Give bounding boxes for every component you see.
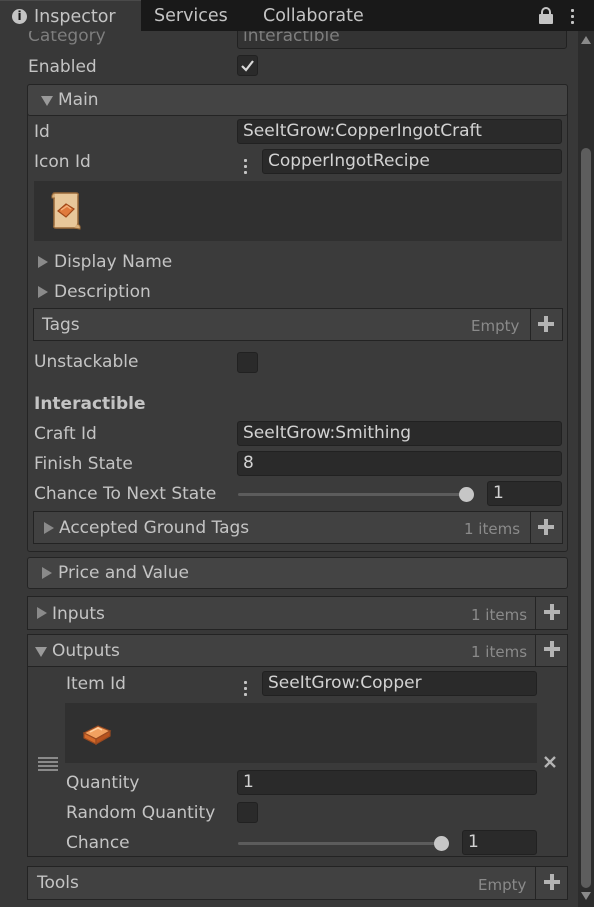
copper-ingot-icon	[82, 725, 112, 745]
id-label: Id	[34, 122, 50, 142]
display-name-foldout[interactable]: Display Name	[54, 252, 172, 272]
chevron-right-icon	[37, 607, 47, 619]
tab-collaborate[interactable]: Collaborate	[263, 0, 364, 31]
checkmark-icon	[241, 60, 254, 72]
category-label: Category	[28, 31, 106, 46]
unstackable-checkbox[interactable]	[237, 352, 258, 373]
tools-count: Empty	[478, 876, 527, 894]
accepted-ground-tags-count: 1 items	[464, 520, 521, 538]
chevron-down-icon	[41, 96, 53, 106]
divider	[535, 597, 536, 629]
inputs-count: 1 items	[471, 606, 528, 624]
craft-id-label: Craft Id	[34, 424, 97, 444]
divider	[530, 309, 531, 340]
lock-icon[interactable]	[539, 7, 553, 24]
chevron-down-icon	[35, 647, 47, 657]
chance-to-next-state-slider-handle[interactable]	[459, 487, 474, 502]
divider	[535, 867, 536, 899]
chance-slider[interactable]	[238, 842, 449, 845]
random-quantity-label: Random Quantity	[66, 803, 216, 823]
chance-field[interactable]: 1	[462, 830, 537, 855]
chevron-right-icon	[38, 286, 48, 298]
add-tool-icon[interactable]	[541, 871, 563, 893]
scroll-up-icon[interactable]	[581, 36, 591, 44]
add-tag-icon[interactable]	[535, 313, 557, 335]
id-field[interactable]: SeeItGrow:CopperIngotCraft	[237, 119, 562, 144]
icon-preview	[34, 181, 562, 241]
info-icon: i	[12, 9, 27, 24]
inputs-title: Inputs	[52, 604, 105, 624]
item-id-label: Item Id	[66, 674, 126, 694]
tools-list-header[interactable]: Tools Empty	[27, 866, 568, 900]
category-field[interactable]: interactible	[237, 31, 567, 49]
chevron-right-icon	[44, 522, 54, 534]
description-foldout[interactable]: Description	[54, 282, 151, 302]
finish-state-label: Finish State	[34, 454, 133, 474]
more-options-icon[interactable]	[571, 9, 574, 27]
tags-list-header[interactable]: Tags Empty	[33, 308, 563, 341]
main-title: Main	[58, 90, 99, 110]
divider	[535, 635, 536, 666]
chance-to-next-state-label: Chance To Next State	[34, 484, 217, 504]
scrollbar-thumb[interactable]	[581, 148, 591, 888]
chevron-right-icon	[42, 567, 52, 579]
outputs-title: Outputs	[52, 641, 120, 661]
chevron-right-icon	[38, 256, 48, 268]
item-id-menu-icon[interactable]	[244, 681, 247, 699]
outputs-count: 1 items	[471, 643, 528, 661]
random-quantity-checkbox[interactable]	[237, 802, 258, 823]
drag-handle-icon[interactable]	[38, 757, 58, 771]
enabled-label: Enabled	[28, 57, 97, 77]
inputs-list-header[interactable]: Inputs 1 items	[27, 596, 568, 630]
remove-output-icon[interactable]	[543, 754, 557, 768]
output-icon-preview	[65, 703, 537, 763]
icon-id-field[interactable]: CopperIngotRecipe	[262, 149, 562, 174]
chance-label: Chance	[66, 833, 130, 853]
chance-to-next-state-field[interactable]: 1	[487, 481, 562, 506]
accepted-ground-tags-header[interactable]: Accepted Ground Tags 1 items	[33, 511, 563, 544]
item-id-field[interactable]: SeeItGrow:Copper	[262, 671, 537, 696]
add-accepted-tag-icon[interactable]	[535, 516, 557, 538]
finish-state-field[interactable]: 8	[237, 451, 562, 476]
tags-count: Empty	[471, 317, 520, 335]
unstackable-label: Unstackable	[34, 352, 139, 372]
tags-label: Tags	[42, 315, 80, 335]
price-and-value-title: Price and Value	[58, 563, 189, 583]
icon-id-label: Icon Id	[34, 152, 91, 172]
quantity-label: Quantity	[66, 773, 140, 793]
quantity-field[interactable]: 1	[237, 770, 537, 795]
icon-id-menu-icon[interactable]	[244, 159, 247, 177]
add-output-icon[interactable]	[541, 638, 563, 660]
tab-services[interactable]: Services	[154, 0, 228, 31]
recipe-scroll-icon	[51, 192, 81, 230]
chance-slider-handle[interactable]	[434, 836, 449, 851]
chance-to-next-state-slider[interactable]	[238, 493, 474, 496]
enabled-checkbox[interactable]	[237, 55, 258, 76]
craft-id-field[interactable]: SeeItGrow:Smithing	[237, 421, 562, 446]
accepted-ground-tags-label: Accepted Ground Tags	[59, 518, 250, 538]
inspector-content: Category interactible Enabled Main Id Se…	[0, 31, 578, 907]
price-and-value-foldout[interactable]: Price and Value	[27, 557, 568, 589]
tab-inspector-label: Inspector	[34, 7, 116, 27]
scroll-down-icon[interactable]	[581, 892, 591, 900]
divider	[530, 512, 531, 543]
tools-title: Tools	[37, 873, 79, 893]
outputs-list-header[interactable]: Outputs 1 items	[27, 634, 568, 667]
interactible-header: Interactible	[34, 394, 146, 414]
tab-inspector[interactable]: i Inspector	[0, 0, 141, 31]
main-foldout-header[interactable]: Main	[27, 84, 568, 116]
add-input-icon[interactable]	[541, 601, 563, 623]
